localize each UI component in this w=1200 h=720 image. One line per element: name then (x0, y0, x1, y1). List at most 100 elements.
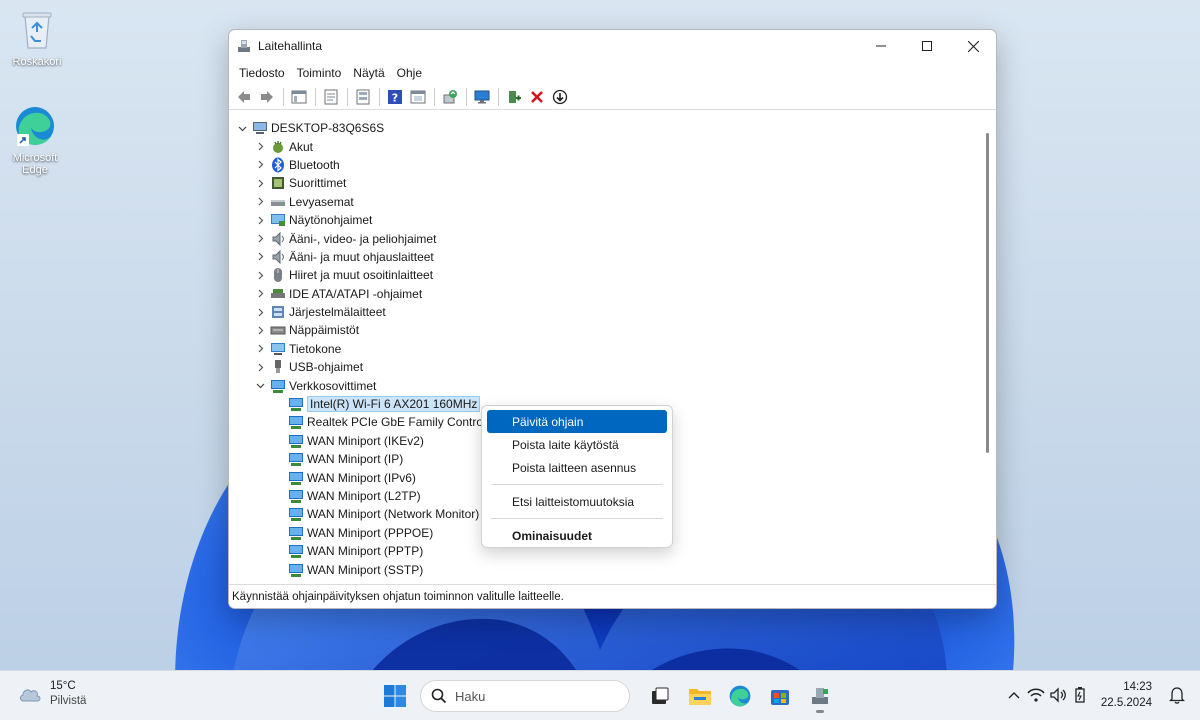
clock-time: 14:23 (1123, 681, 1152, 693)
recycle-bin-icon (15, 8, 59, 52)
menu-scan-hardware[interactable]: Etsi laitteistomuutoksia (487, 490, 667, 513)
desktop-icon-edge[interactable]: Microsoft Edge (0, 104, 70, 176)
tree-item-label: Näppäimistöt (289, 323, 360, 338)
help-button[interactable]: ? (384, 86, 406, 108)
search-icon (431, 688, 447, 704)
tree-category[interactable]: Järjestelmälaitteet (230, 303, 982, 321)
title-bar[interactable]: Laitehallinta (229, 30, 996, 62)
mouse-icon (270, 267, 286, 283)
vertical-scrollbar[interactable] (981, 119, 995, 585)
tree-item-label: Ääni- ja muut ohjauslaitteet (289, 249, 434, 264)
scan-hardware-button[interactable] (471, 86, 493, 108)
display-adapter-icon (270, 212, 286, 228)
tree-category[interactable]: Näppäimistöt (230, 321, 982, 339)
tree-category[interactable]: Ääni-, video- ja peliohjaimet (230, 229, 982, 247)
tree-category[interactable]: IDE ATA/ATAPI -ohjaimet (230, 285, 982, 303)
file-explorer-button[interactable] (680, 678, 720, 714)
tree-category[interactable]: Näytönohjaimet (230, 211, 982, 229)
chevron-right-icon[interactable] (254, 233, 266, 245)
tree-item-label: Hiiret ja muut osoitinlaitteet (289, 268, 434, 283)
search-placeholder: Haku (455, 688, 486, 704)
arrow-right-icon (261, 90, 273, 103)
tree-category[interactable]: Bluetooth (230, 156, 982, 174)
tree-category[interactable]: Levyasemat (230, 193, 982, 211)
chevron-right-icon[interactable] (254, 306, 266, 318)
show-hidden-icons-button[interactable] (1003, 677, 1025, 713)
weather-condition: Pilvistä (50, 695, 87, 707)
menu-help[interactable]: Ohje (391, 62, 428, 84)
tree-item-label: Järjestelmälaitteet (289, 305, 386, 320)
clock[interactable]: 14:23 22.5.2024 (1101, 679, 1152, 711)
update-driver-toolbar-button[interactable] (439, 86, 461, 108)
download-circle-icon (552, 89, 568, 104)
weather-widget[interactable]: 15°C Pilvistä (18, 679, 86, 709)
tree-category[interactable]: Akut (230, 137, 982, 155)
tree-category[interactable]: USB-ohjaimet (230, 358, 982, 376)
chevron-right-icon[interactable] (254, 141, 266, 153)
chevron-down-icon[interactable] (236, 122, 248, 134)
show-hide-console-tree-button[interactable] (288, 86, 310, 108)
arrow-left-icon (238, 90, 250, 103)
task-view-button[interactable] (640, 678, 680, 714)
chevron-down-icon[interactable] (254, 380, 266, 392)
chevron-right-icon[interactable] (254, 361, 266, 373)
maximize-button[interactable] (904, 30, 950, 62)
back-button[interactable] (233, 86, 255, 108)
chevron-right-icon[interactable] (254, 288, 266, 300)
tree-category[interactable]: Hiiret ja muut osoitinlaitteet (230, 266, 982, 284)
chevron-right-icon[interactable] (254, 324, 266, 336)
uninstall-device-button[interactable] (526, 86, 548, 108)
network-adapter-icon (288, 562, 304, 578)
minimize-button[interactable] (858, 30, 904, 62)
close-button[interactable] (950, 30, 996, 62)
add-device-icon (509, 90, 521, 103)
desktop-icon-recycle-bin[interactable]: Roskakori (2, 8, 72, 68)
battery-tray-button[interactable] (1069, 677, 1091, 713)
tree-category[interactable]: Ääni- ja muut ohjauslaitteet (230, 248, 982, 266)
taskbar-search[interactable]: Haku (420, 680, 630, 712)
view-button[interactable] (352, 86, 374, 108)
chevron-right-icon[interactable] (254, 269, 266, 281)
menu-properties[interactable]: Ominaisuudet (487, 524, 667, 547)
tree-device-network-adapter[interactable]: WAN Miniport (SSTP) (230, 560, 982, 578)
disable-device-button[interactable] (549, 86, 571, 108)
edge-taskbar-button[interactable] (720, 678, 760, 714)
task-view-icon (652, 687, 669, 704)
menu-update-driver[interactable]: Päivitä ohjain (487, 410, 667, 433)
chevron-right-icon[interactable] (254, 196, 266, 208)
forward-button[interactable] (256, 86, 278, 108)
start-button[interactable] (378, 679, 412, 713)
tree-category[interactable]: Verkkosovittimet (230, 376, 982, 394)
tree-category[interactable]: Tietokone (230, 340, 982, 358)
network-tray-button[interactable] (1025, 677, 1047, 713)
console-view-button[interactable] (407, 86, 429, 108)
menu-file[interactable]: Tiedosto (233, 62, 291, 84)
scrollbar-thumb[interactable] (986, 133, 989, 453)
tree-root-computer[interactable]: DESKTOP-83Q6S6S (230, 119, 982, 137)
maximize-icon (922, 41, 932, 51)
toolbar: ? (229, 84, 996, 110)
add-driver-button[interactable] (503, 86, 525, 108)
chevron-right-icon[interactable] (254, 159, 266, 171)
chevron-right-icon[interactable] (254, 214, 266, 226)
properties-button[interactable] (320, 86, 342, 108)
volume-tray-button[interactable] (1047, 677, 1069, 713)
menu-action[interactable]: Toiminto (291, 62, 348, 84)
menu-view[interactable]: Näytä (347, 62, 390, 84)
weather-temp: 15°C (50, 680, 76, 692)
notifications-button[interactable] (1166, 677, 1188, 713)
store-button[interactable] (760, 678, 800, 714)
chevron-right-icon[interactable] (254, 251, 266, 263)
tree-item-label: WAN Miniport (IKEv2) (307, 433, 424, 448)
chevron-right-icon[interactable] (254, 343, 266, 355)
tree-category[interactable]: Suorittimet (230, 174, 982, 192)
menu-disable-device[interactable]: Poista laite käytöstä (487, 433, 667, 456)
tree-item-label: Akut (289, 139, 314, 154)
device-manager-taskbar-button[interactable] (800, 678, 840, 714)
chevron-right-icon[interactable] (254, 177, 266, 189)
menu-uninstall-device[interactable]: Poista laitteen asennus (487, 456, 667, 479)
network-adapter-icon (288, 488, 304, 504)
